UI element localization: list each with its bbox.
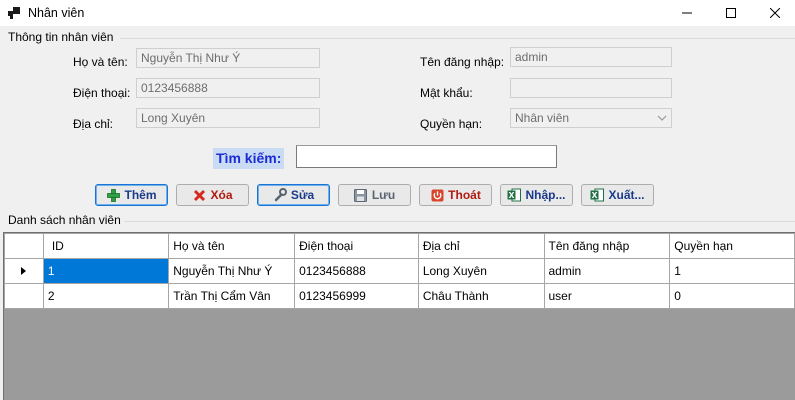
phone-label: Điện thoại: <box>73 86 131 100</box>
minimize-button[interactable] <box>664 0 710 26</box>
column-header-role[interactable]: Quyền hạn <box>669 233 795 259</box>
username-label: Tên đăng nhập: <box>420 55 505 69</box>
cell-username[interactable]: admin <box>543 258 671 284</box>
info-group-title: Thông tin nhân viên <box>8 30 114 44</box>
red-x-icon <box>192 188 206 202</box>
cell-username[interactable]: user <box>543 283 671 309</box>
search-input[interactable] <box>296 145 557 168</box>
employee-grid[interactable]: ID Họ và tên Điện thoại Địa chỉ Tên đăng… <box>3 232 795 400</box>
name-label: Họ và tên: <box>73 55 128 69</box>
add-button[interactable]: Thêm <box>95 184 168 206</box>
username-field[interactable]: admin <box>510 47 672 67</box>
row-header[interactable] <box>4 283 44 309</box>
edit-button[interactable]: Sửa <box>257 184 330 206</box>
cell-address[interactable]: Châu Thành <box>417 283 545 309</box>
close-icon <box>770 8 780 18</box>
table-row[interactable]: 2 Trần Thị Cẩm Vân 0123456999 Châu Thành… <box>4 283 795 309</box>
close-button[interactable] <box>752 0 795 26</box>
import-button-label: Nhập... <box>525 188 566 202</box>
edit-button-label: Sửa <box>290 188 315 202</box>
column-header-id[interactable]: ID <box>42 233 170 259</box>
cell-phone[interactable]: 0123456888 <box>294 258 419 284</box>
row-header[interactable] <box>4 258 44 284</box>
row-header-corner <box>4 233 44 259</box>
employee-table: ID Họ và tên Điện thoại Địa chỉ Tên đăng… <box>4 233 795 309</box>
title-bar: Nhân viên <box>0 0 795 26</box>
cell-role[interactable]: 1 <box>669 258 795 284</box>
password-field[interactable] <box>510 78 672 98</box>
cell-id[interactable]: 2 <box>42 283 170 309</box>
svg-text:X: X <box>509 191 515 200</box>
cell-role[interactable]: 0 <box>669 283 795 309</box>
chevron-down-icon[interactable] <box>654 110 670 126</box>
delete-button[interactable]: Xóa <box>176 184 249 206</box>
column-header-username[interactable]: Tên đăng nhập <box>543 233 671 259</box>
import-button[interactable]: X Nhập... <box>500 184 573 206</box>
role-label: Quyền hạn: <box>420 117 483 131</box>
table-row[interactable]: 1 Nguyễn Thị Như Ý 0123456888 Long Xuyên… <box>4 258 795 284</box>
maximize-icon <box>726 8 736 18</box>
power-icon <box>430 188 444 202</box>
cell-name[interactable]: Nguyễn Thị Như Ý <box>168 258 296 284</box>
address-field[interactable]: Long Xuyên <box>136 108 320 128</box>
address-label: Địa chỉ: <box>73 117 114 131</box>
cell-name[interactable]: Trần Thị Cẩm Vân <box>168 283 296 309</box>
green-plus-icon <box>106 188 120 202</box>
cell-id[interactable]: 1 <box>42 258 170 284</box>
delete-button-label: Xóa <box>210 188 233 202</box>
column-header-phone[interactable]: Điện thoại <box>294 233 419 259</box>
save-button-label: Lưu <box>371 188 396 202</box>
exit-button-label: Thoát <box>448 188 481 202</box>
wrench-icon <box>273 188 287 202</box>
role-select-value: Nhân viên <box>515 111 570 125</box>
svg-text:X: X <box>592 191 598 200</box>
floppy-disk-icon <box>354 188 368 202</box>
search-label: Tìm kiếm: <box>213 148 285 169</box>
table-header-row: ID Họ và tên Điện thoại Địa chỉ Tên đăng… <box>4 233 795 259</box>
name-field[interactable]: Nguyễn Thị Như Ý <box>136 48 320 68</box>
window-title: Nhân viên <box>28 6 85 20</box>
minimize-icon <box>682 12 692 14</box>
list-group-title: Danh sách nhân viên <box>8 213 121 227</box>
info-group-divider <box>120 38 795 39</box>
exit-button[interactable]: Thoát <box>419 184 492 206</box>
app-window-icon <box>8 7 20 19</box>
current-row-arrow-icon <box>5 260 42 283</box>
password-label: Mật khẩu: <box>420 86 473 100</box>
cell-phone[interactable]: 0123456999 <box>294 283 419 309</box>
add-button-label: Thêm <box>124 188 157 202</box>
export-button-label: Xuất... <box>608 188 645 202</box>
maximize-button[interactable] <box>708 0 754 26</box>
export-button[interactable]: X Xuất... <box>581 184 654 206</box>
column-header-name[interactable]: Họ và tên <box>168 233 296 259</box>
phone-field[interactable]: 0123456888 <box>136 78 320 98</box>
save-button[interactable]: Lưu <box>338 184 411 206</box>
role-select[interactable]: Nhân viên <box>510 108 672 128</box>
list-group-divider <box>124 221 795 222</box>
cell-address[interactable]: Long Xuyên <box>417 258 545 284</box>
excel-icon: X <box>507 188 522 202</box>
excel-icon: X <box>590 188 605 202</box>
column-header-address[interactable]: Địa chỉ <box>417 233 545 259</box>
